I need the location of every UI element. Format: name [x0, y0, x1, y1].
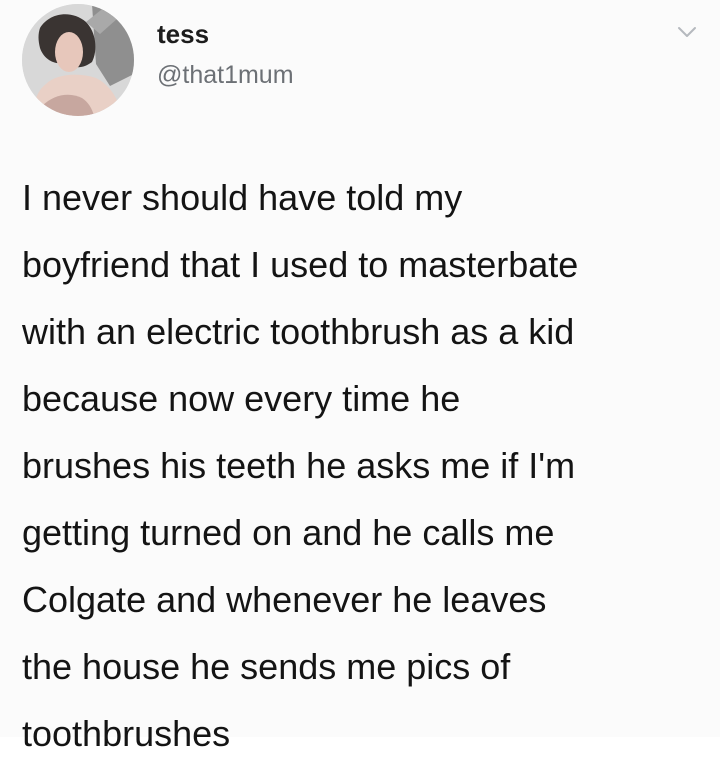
tweet-text: I never should have told my boyfriend th… — [22, 164, 712, 767]
tweet-card: tess @that1mum I never should have told … — [0, 0, 720, 754]
tweet-header: tess @that1mum — [22, 4, 698, 116]
profile-photo-icon — [22, 4, 134, 116]
chevron-down-icon — [678, 27, 696, 37]
avatar[interactable] — [22, 4, 134, 116]
tweet-text-line: because now every time he — [22, 378, 461, 419]
tweet-text-line: Colgate and whenever he leaves — [22, 579, 547, 620]
tweet-text-line: toothbrushes — [22, 713, 231, 754]
tweet-text-line: getting turned on and he calls me — [22, 512, 555, 553]
display-name[interactable]: tess — [157, 18, 294, 50]
tweet-text-line: with an electric toothbrush as a kid — [22, 311, 575, 352]
tweet-text-line: the house he sends me pics of — [22, 646, 511, 687]
tweet-text-line: boyfriend that I used to masterbate — [22, 244, 579, 285]
user-handle[interactable]: @that1mum — [157, 60, 294, 90]
tweet-text-line: brushes his teeth he asks me if I'm — [22, 445, 576, 486]
tweet-menu-button[interactable] — [676, 24, 698, 40]
user-names: tess @that1mum — [157, 18, 294, 90]
tweet-text-line: I never should have told my — [22, 177, 463, 218]
